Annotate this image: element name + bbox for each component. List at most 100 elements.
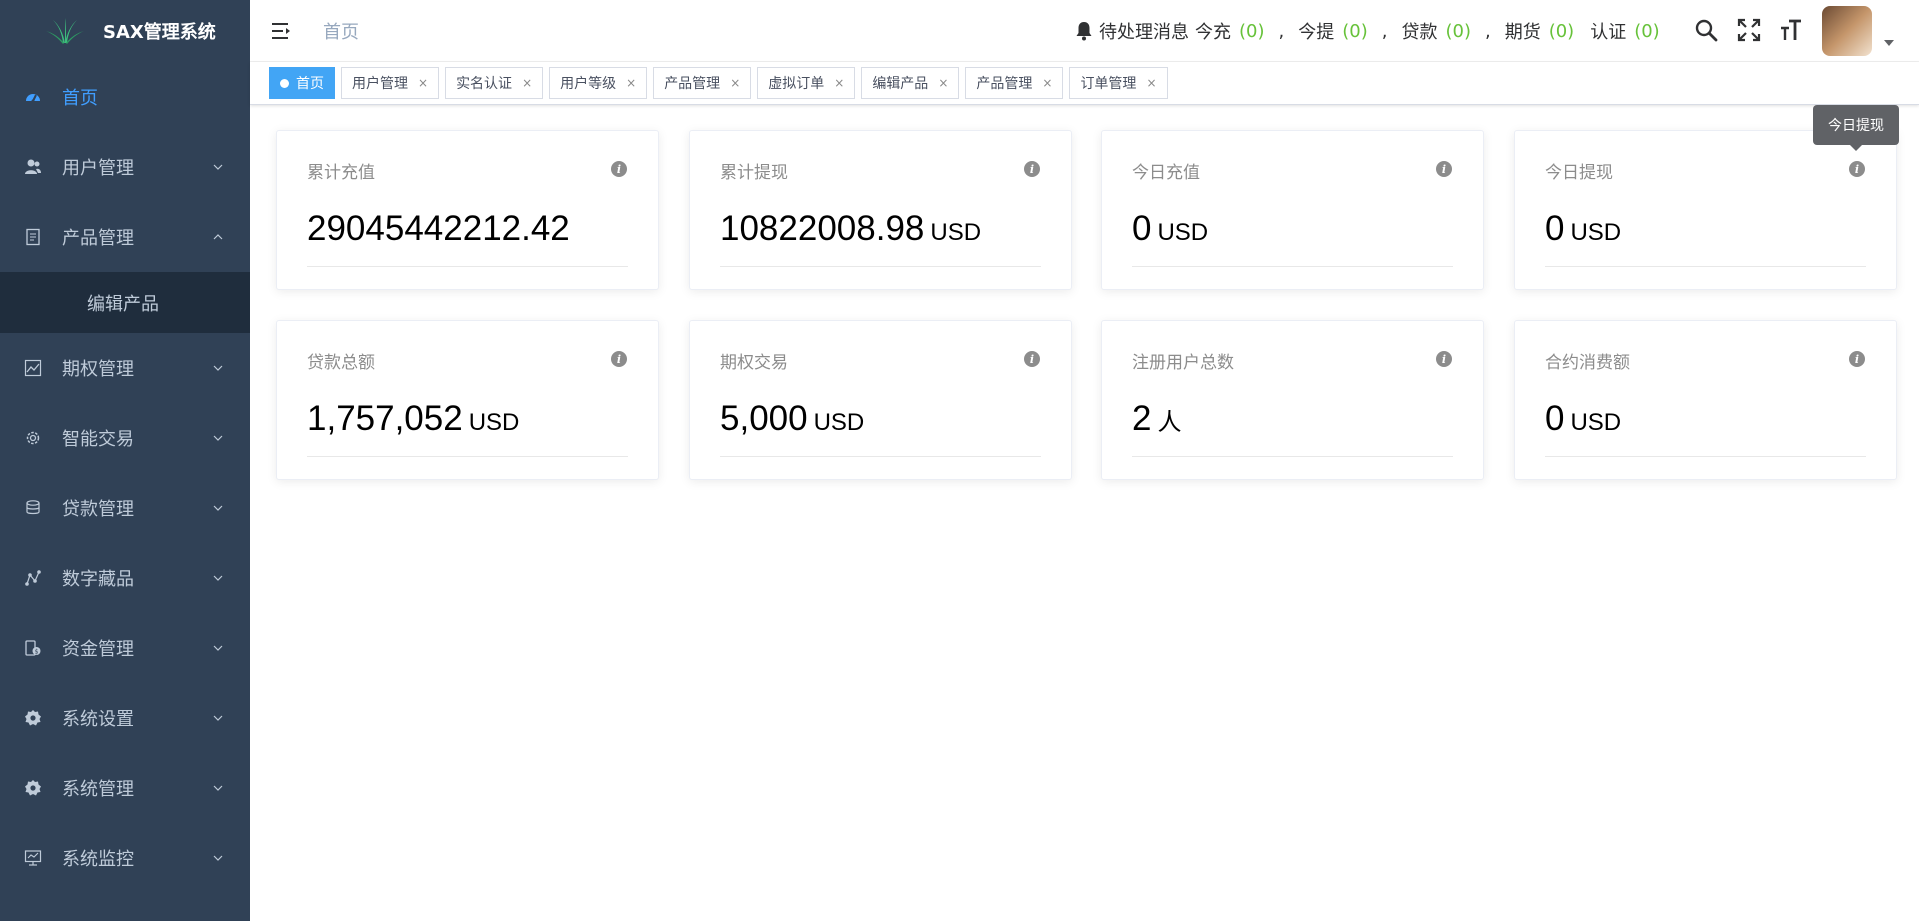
- close-icon[interactable]: ×: [522, 76, 532, 90]
- tag-label: 产品管理: [976, 76, 1033, 92]
- breadcrumb[interactable]: 首页: [323, 18, 359, 44]
- tags-view: 首页 用户管理 × 实名认证 × 用户等级 × 产品管理 × 虚拟订单 × 编辑产品 × 产…: [250, 62, 1919, 105]
- search-icon[interactable]: [1694, 18, 1718, 42]
- tag-real-name[interactable]: 实名认证 ×: [445, 67, 544, 99]
- monitor-icon: [24, 849, 42, 867]
- tag-edit-product[interactable]: 编辑产品 ×: [861, 67, 960, 99]
- card-number: 5,000: [720, 399, 808, 438]
- sidebar-item-home[interactable]: 首页: [0, 62, 250, 132]
- notify-separator: ,: [1484, 20, 1491, 42]
- card-title: 今日充值: [1132, 163, 1200, 183]
- divider: [1132, 456, 1453, 457]
- info-icon[interactable]: i: [1024, 161, 1040, 177]
- coins-icon: [24, 499, 42, 517]
- info-icon[interactable]: i: [1849, 351, 1865, 367]
- font-size-icon[interactable]: [1779, 18, 1803, 42]
- fullscreen-icon[interactable]: [1737, 18, 1761, 42]
- card-number: 0: [1545, 399, 1565, 438]
- svg-text:$: $: [35, 649, 39, 656]
- notify-count-futures: (0): [1548, 20, 1575, 42]
- card-value: 10822008.98 USD: [720, 209, 1042, 249]
- sidebar-item-products[interactable]: 产品管理: [0, 202, 250, 272]
- tag-label: 产品管理: [664, 76, 721, 92]
- logo[interactable]: SAX管理系统: [0, 0, 250, 62]
- caret-down-icon[interactable]: [1884, 40, 1894, 46]
- close-icon[interactable]: ×: [1146, 76, 1156, 90]
- sidebar-item-funds[interactable]: $ 资金管理: [0, 613, 250, 683]
- menu-toggle-icon[interactable]: [272, 22, 292, 40]
- sidebar-subitem-label: 编辑产品: [87, 293, 159, 315]
- nodes-icon: [24, 569, 42, 587]
- tag-users[interactable]: 用户管理 ×: [341, 67, 440, 99]
- info-icon[interactable]: i: [1024, 351, 1040, 367]
- tag-label: 订单管理: [1080, 76, 1137, 92]
- tag-orders[interactable]: 订单管理 ×: [1069, 67, 1168, 99]
- pending-messages[interactable]: 待处理消息 今充 (0) , 今提 (0) , 贷款 (0) , 期货 (0) …: [1075, 0, 1666, 62]
- sidebar-item-smart-trading[interactable]: 智能交易: [0, 403, 250, 473]
- info-icon[interactable]: i: [1436, 161, 1452, 177]
- tag-label: 虚拟订单: [768, 76, 825, 92]
- info-icon[interactable]: i: [611, 351, 627, 367]
- close-icon[interactable]: ×: [1042, 76, 1052, 90]
- notify-count-withdraw: (0): [1342, 20, 1368, 42]
- card-number: 2: [1132, 399, 1152, 438]
- info-icon[interactable]: i: [1849, 161, 1865, 177]
- chevron-down-icon: [213, 365, 223, 371]
- notify-count-recharge: (0): [1239, 20, 1265, 42]
- sidebar: SAX管理系统 首页 用户管理 产品管理 编辑产品 期权管理 智能交易 贷款管理…: [0, 0, 250, 921]
- sidebar-item-digital-collectibles[interactable]: 数字藏品: [0, 543, 250, 613]
- stat-card-today-recharge: 今日充值 i 0 USD: [1101, 130, 1484, 290]
- card-title: 贷款总额: [307, 353, 375, 373]
- card-number: 29045442212.42: [307, 209, 570, 248]
- chevron-down-icon: [213, 505, 223, 511]
- notify-label-loan: 贷款: [1401, 22, 1438, 43]
- info-icon[interactable]: i: [611, 161, 627, 177]
- tag-products-2[interactable]: 产品管理 ×: [965, 67, 1064, 99]
- card-value: 0 USD: [1132, 209, 1454, 249]
- app-title: SAX管理系统: [103, 22, 216, 43]
- sidebar-item-label: 资金管理: [62, 639, 134, 660]
- dashboard-icon: [24, 88, 42, 106]
- card-number: 10822008.98: [720, 209, 925, 248]
- stat-card-total-loans: 贷款总额 i 1,757,052 USD: [276, 320, 659, 480]
- tag-home[interactable]: 首页: [269, 67, 335, 99]
- chevron-down-icon: [213, 715, 223, 721]
- sidebar-item-users[interactable]: 用户管理: [0, 132, 250, 202]
- tag-label: 编辑产品: [872, 76, 929, 92]
- chevron-down-icon: [213, 435, 223, 441]
- info-icon[interactable]: i: [1436, 351, 1452, 367]
- close-icon[interactable]: ×: [938, 76, 948, 90]
- sidebar-item-options[interactable]: 期权管理: [0, 333, 250, 403]
- close-icon[interactable]: ×: [730, 76, 740, 90]
- sidebar-item-system-management[interactable]: 系统管理: [0, 753, 250, 823]
- close-icon[interactable]: ×: [418, 76, 428, 90]
- chevron-down-icon: [213, 645, 223, 651]
- notify-label-verify: 认证: [1590, 22, 1627, 43]
- close-icon[interactable]: ×: [626, 76, 636, 90]
- card-unit: USD: [813, 409, 865, 436]
- stat-card-total-withdraw: 累计提现 i 10822008.98 USD: [689, 130, 1072, 290]
- close-icon[interactable]: ×: [834, 76, 844, 90]
- avatar[interactable]: [1822, 6, 1872, 56]
- sidebar-item-label: 系统管理: [62, 779, 134, 800]
- sidebar-item-system-monitor[interactable]: 系统监控: [0, 823, 250, 893]
- active-dot-icon: [280, 78, 289, 88]
- sidebar-item-label: 系统设置: [62, 709, 134, 730]
- chevron-down-icon: [213, 575, 223, 581]
- sidebar-item-system-settings[interactable]: 系统设置: [0, 683, 250, 753]
- stat-card-contract-spending: 合约消费额 i 0 USD: [1514, 320, 1897, 480]
- tag-products[interactable]: 产品管理 ×: [653, 67, 752, 99]
- card-title: 累计充值: [307, 163, 375, 183]
- document-icon: [24, 228, 42, 246]
- tag-label: 实名认证: [456, 76, 513, 92]
- tag-user-level[interactable]: 用户等级 ×: [549, 67, 648, 99]
- divider: [307, 456, 628, 457]
- settings-icon: [24, 779, 42, 797]
- sidebar-item-label: 数字藏品: [62, 569, 134, 590]
- sidebar-item-loans[interactable]: 贷款管理: [0, 473, 250, 543]
- sidebar-item-label: 系统监控: [62, 849, 134, 870]
- tooltip: 今日提现: [1813, 105, 1899, 151]
- tag-virtual-orders[interactable]: 虚拟订单 ×: [757, 67, 856, 99]
- stat-card-options-trading: 期权交易 i 5,000 USD: [689, 320, 1072, 480]
- sidebar-subitem-edit-product[interactable]: 编辑产品: [0, 272, 250, 333]
